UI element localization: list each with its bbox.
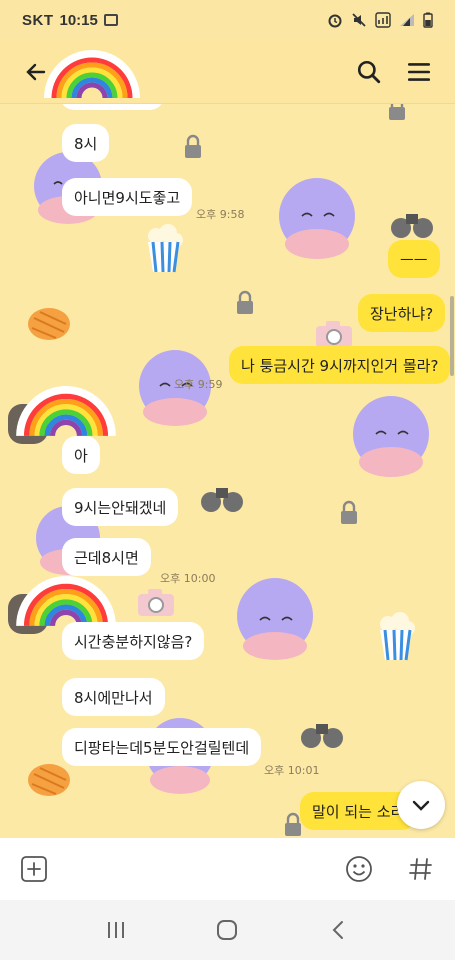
message-bubble[interactable]: 근데8시면 bbox=[62, 538, 151, 576]
message-timestamp: 오후 9:59 bbox=[174, 378, 223, 391]
message-bubble[interactable]: 9시는안돼겠네 bbox=[62, 488, 179, 526]
alarm-icon bbox=[328, 14, 342, 28]
home-icon[interactable] bbox=[209, 912, 245, 948]
lock-icon bbox=[389, 104, 405, 120]
hippo-character-bg bbox=[237, 578, 313, 660]
scroll-to-bottom-button[interactable] bbox=[397, 781, 445, 829]
status-time: 10:15 bbox=[59, 11, 98, 29]
melonpan-icon bbox=[28, 308, 70, 340]
message-timestamp: 오후 10:01 bbox=[264, 764, 320, 777]
menu-icon[interactable] bbox=[401, 54, 437, 90]
emoji-icon[interactable] bbox=[341, 851, 377, 887]
binoculars-icon bbox=[201, 488, 243, 512]
melonpan-icon bbox=[28, 764, 70, 796]
lock-icon bbox=[237, 290, 253, 314]
image-notification-icon bbox=[103, 14, 118, 26]
status-bar: SKT 10:15 bbox=[0, 0, 455, 40]
lock-icon bbox=[341, 500, 357, 524]
my-message-bubble[interactable]: ㅡㅡ bbox=[388, 240, 440, 278]
message-bubble[interactable]: 8시에만나서 bbox=[62, 678, 165, 716]
message-bubble[interactable]: 아니면9시도좋고 bbox=[62, 178, 193, 216]
message-bubble[interactable]: 시간충분하지않음? bbox=[62, 622, 205, 660]
message-composer bbox=[0, 838, 455, 900]
5g-icon bbox=[375, 12, 391, 28]
hash-icon[interactable] bbox=[403, 851, 439, 887]
popcorn-icon bbox=[380, 612, 415, 661]
carrier-label: SKT bbox=[22, 11, 54, 29]
hippo-character-bg bbox=[353, 396, 429, 477]
search-icon[interactable] bbox=[351, 54, 387, 90]
message-bubble[interactable]: 디팡타는데5분도안걸릴텐데 bbox=[62, 728, 262, 766]
chevron-down-icon bbox=[412, 800, 430, 811]
binoculars-icon bbox=[301, 724, 343, 748]
message-timestamp: 오후 10:00 bbox=[160, 572, 216, 585]
lock-icon bbox=[185, 134, 201, 158]
battery-icon bbox=[423, 12, 433, 28]
camera-icon bbox=[138, 589, 174, 616]
signal-icon bbox=[400, 14, 414, 26]
rainbow-sticker bbox=[44, 50, 140, 99]
message-bubble[interactable]: 8시 bbox=[62, 124, 110, 162]
my-message-bubble[interactable]: 장난하냐? bbox=[358, 294, 446, 332]
hippo-character-bg bbox=[279, 178, 355, 259]
binoculars-icon bbox=[391, 214, 433, 238]
chat-area[interactable]: 8시 아니면9시도좋고 오후 9:58 ㅡㅡ 장난하냐? 오후 9:59 나 퉁… bbox=[0, 104, 455, 838]
message-bubble[interactable]: 아 bbox=[62, 436, 100, 474]
recent-apps-icon[interactable] bbox=[98, 912, 134, 948]
message-timestamp: 오후 9:58 bbox=[196, 208, 245, 221]
system-navigation-bar bbox=[0, 900, 455, 960]
back-nav-icon[interactable] bbox=[321, 912, 357, 948]
rainbow-sticker bbox=[16, 386, 116, 437]
popcorn-icon bbox=[148, 224, 183, 273]
my-message-bubble[interactable]: 나 퉁금시간 9시까지인거 몰라? bbox=[229, 346, 451, 384]
message-bubble-partial bbox=[60, 104, 164, 110]
mute-icon bbox=[352, 13, 366, 27]
plus-square-icon[interactable] bbox=[16, 851, 52, 887]
chat-scrollbar[interactable] bbox=[450, 296, 454, 376]
